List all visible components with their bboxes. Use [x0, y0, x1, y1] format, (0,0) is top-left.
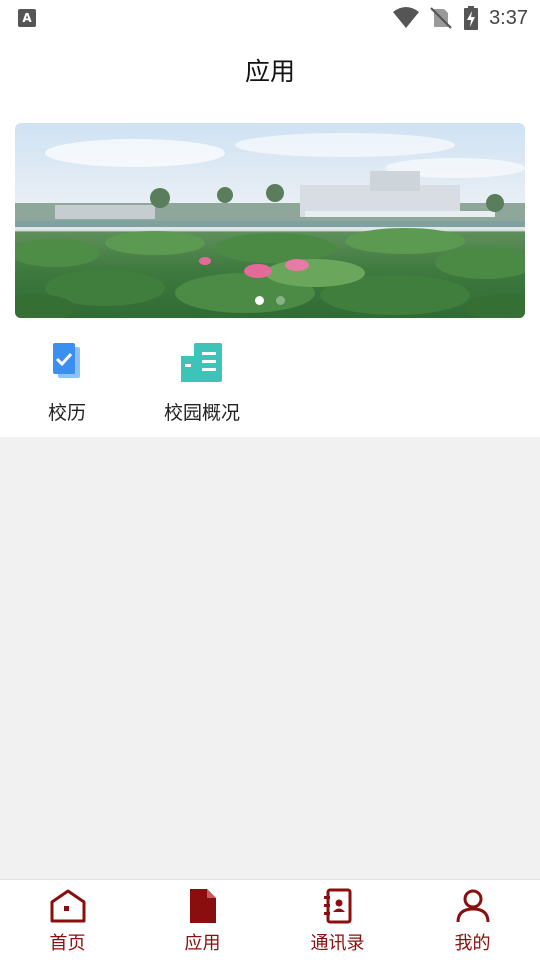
nav-item-mine[interactable]: 我的 — [405, 880, 540, 960]
bottom-nav: 首页 应用 通讯录 我的 — [0, 879, 540, 960]
person-icon — [455, 888, 491, 924]
app-campus-overview[interactable]: 校园概况 — [155, 340, 249, 425]
status-bar: A 3:37 — [0, 0, 540, 36]
building-icon — [180, 340, 224, 386]
banner-image — [15, 133, 525, 318]
banner-carousel[interactable] — [15, 123, 525, 318]
nav-label: 应用 — [184, 933, 221, 954]
app-label: 校园概况 — [163, 402, 240, 424]
app-school-calendar[interactable]: 校历 — [38, 340, 96, 425]
battery-charging-icon — [464, 6, 479, 30]
app-label: 校历 — [47, 402, 86, 424]
wifi-icon — [393, 7, 420, 28]
app-bar: 应用 — [0, 36, 540, 108]
nav-item-contacts[interactable]: 通讯录 — [270, 880, 405, 960]
nav-label: 我的 — [454, 933, 491, 954]
nav-item-home[interactable]: 首页 — [0, 880, 135, 960]
status-time: 3:37 — [489, 6, 528, 29]
nav-label: 通讯录 — [310, 933, 365, 954]
contacts-book-icon — [320, 888, 356, 924]
page-title: 应用 — [244, 57, 295, 86]
document-icon — [185, 888, 221, 924]
status-right: 3:37 — [393, 6, 528, 30]
nav-label: 首页 — [49, 933, 86, 954]
home-icon — [50, 888, 86, 924]
no-sim-icon — [430, 7, 452, 29]
carousel-dot[interactable] — [276, 296, 285, 305]
notification-a-icon: A — [18, 9, 36, 27]
calendar-check-icon — [45, 340, 89, 386]
nav-item-apps[interactable]: 应用 — [135, 880, 270, 960]
carousel-dot-active[interactable] — [255, 296, 264, 305]
